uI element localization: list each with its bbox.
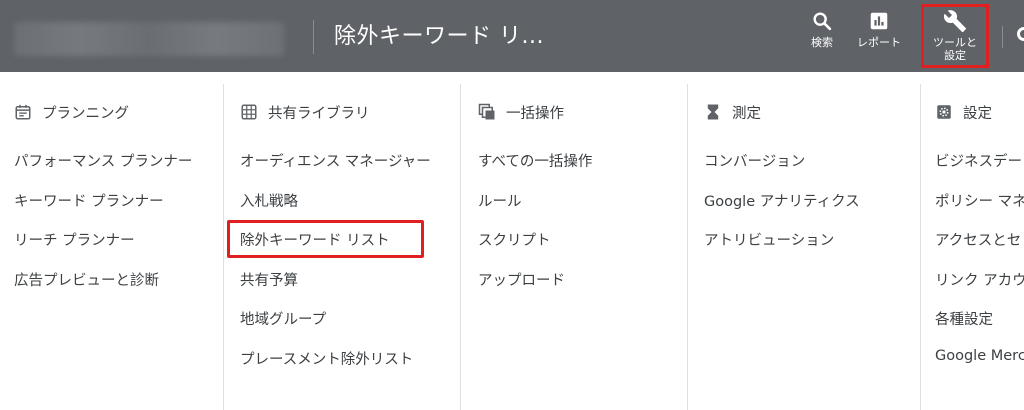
menu-item-rules[interactable]: ルール (478, 190, 592, 230)
tools-label-line1: ツールと (933, 36, 977, 49)
tools-label-line2: 設定 (944, 49, 966, 62)
menu-item-scripts[interactable]: スクリプト (478, 229, 592, 269)
menu-item-keyword-planner[interactable]: キーワード プランナー (14, 190, 192, 230)
menu-item-access-and-security[interactable]: アクセスとセ (935, 229, 1024, 269)
column-heading-measurement: 測定 (704, 100, 761, 124)
gear-icon (937, 105, 951, 119)
menu-item-ad-preview[interactable]: 広告プレビューと診断 (14, 269, 192, 309)
column-heading-bulk-actions: 一括操作 (478, 100, 564, 124)
menu-item-policy-manager[interactable]: ポリシー マネ (935, 190, 1024, 230)
menu-item-placement-exclusion-lists[interactable]: プレースメント除外リスト (240, 348, 431, 388)
top-app-bar: 除外キーワード リ... 検索 レポート ツールと 設定 (0, 0, 1024, 72)
column-heading-label: 測定 (732, 105, 761, 122)
column-heading-label: 設定 (963, 105, 992, 122)
menu-item-conversions[interactable]: コンバージョン (704, 150, 860, 190)
menu-item-uploads[interactable]: アップロード (478, 269, 592, 309)
menu-item-google-merchant[interactable]: Google Merch (935, 348, 1024, 388)
blurred-account-info (14, 22, 284, 56)
menu-item-shared-budgets[interactable]: 共有予算 (240, 269, 431, 309)
help-icon[interactable] (1017, 27, 1024, 41)
page-title: 除外キーワード リ... (334, 24, 544, 49)
hourglass-icon (707, 104, 719, 120)
calendar-icon (15, 104, 31, 120)
menu-item-reach-planner[interactable]: リーチ プランナー (14, 229, 192, 269)
menu-item-all-bulk-actions[interactable]: すべての一括操作 (478, 150, 592, 190)
menu-item-bid-strategies[interactable]: 入札戦略 (240, 190, 431, 230)
menu-item-google-analytics[interactable]: Google アナリティクス (704, 190, 860, 230)
grid-library-icon (241, 104, 257, 120)
search-button-label: 検索 (811, 36, 833, 49)
tools-and-settings-button[interactable]: ツールと 設定 (921, 4, 989, 68)
menu-column-bulk-actions: 一括操作 すべての一括操作 ルール スクリプト アップロード (460, 84, 687, 410)
tools-menu-panel: プランニング パフォーマンス プランナー キーワード プランナー リーチ プラン… (0, 72, 1024, 410)
column-heading-label: プランニング (42, 105, 129, 122)
menu-item-business-data[interactable]: ビジネスデー (935, 150, 1024, 190)
menu-item-preferences[interactable]: 各種設定 (935, 308, 1024, 348)
menu-item-location-groups[interactable]: 地域グループ (240, 308, 431, 348)
menu-item-audience-manager[interactable]: オーディエンス マネージャー (240, 150, 431, 190)
wrench-icon (943, 10, 966, 32)
menu-column-settings: 設定 ビジネスデー ポリシー マネ アクセスとセ リンク アカウ 各種設定 Go… (920, 84, 1024, 410)
bulk-copy-icon (478, 103, 495, 120)
column-heading-label: 共有ライブラリ (268, 105, 370, 122)
menu-item-performance-planner[interactable]: パフォーマンス プランナー (14, 150, 192, 190)
column-heading-planning: プランニング (14, 100, 129, 124)
reports-button-label: レポート (857, 36, 901, 49)
column-heading-label: 一括操作 (506, 105, 564, 122)
column-heading-settings: 設定 (935, 100, 992, 124)
bar-chart-icon (870, 12, 888, 30)
header-divider (313, 20, 314, 54)
column-heading-shared-library: 共有ライブラリ (240, 100, 370, 124)
reports-button[interactable]: レポート (852, 10, 906, 64)
search-icon (813, 12, 832, 31)
menu-item-linked-accounts[interactable]: リンク アカウ (935, 269, 1024, 309)
menu-column-shared-library: 共有ライブラリ オーディエンス マネージャー 入札戦略 除外キーワード リスト … (223, 84, 460, 410)
search-button[interactable]: 検索 (804, 10, 840, 64)
menu-column-measurement: 測定 コンバージョン Google アナリティクス アトリビューション (687, 84, 920, 410)
menu-item-negative-keyword-lists[interactable]: 除外キーワード リスト (240, 229, 431, 269)
menu-column-planning: プランニング パフォーマンス プランナー キーワード プランナー リーチ プラン… (0, 84, 223, 410)
menu-item-attribution[interactable]: アトリビューション (704, 229, 860, 269)
header-divider-right (1002, 26, 1003, 48)
